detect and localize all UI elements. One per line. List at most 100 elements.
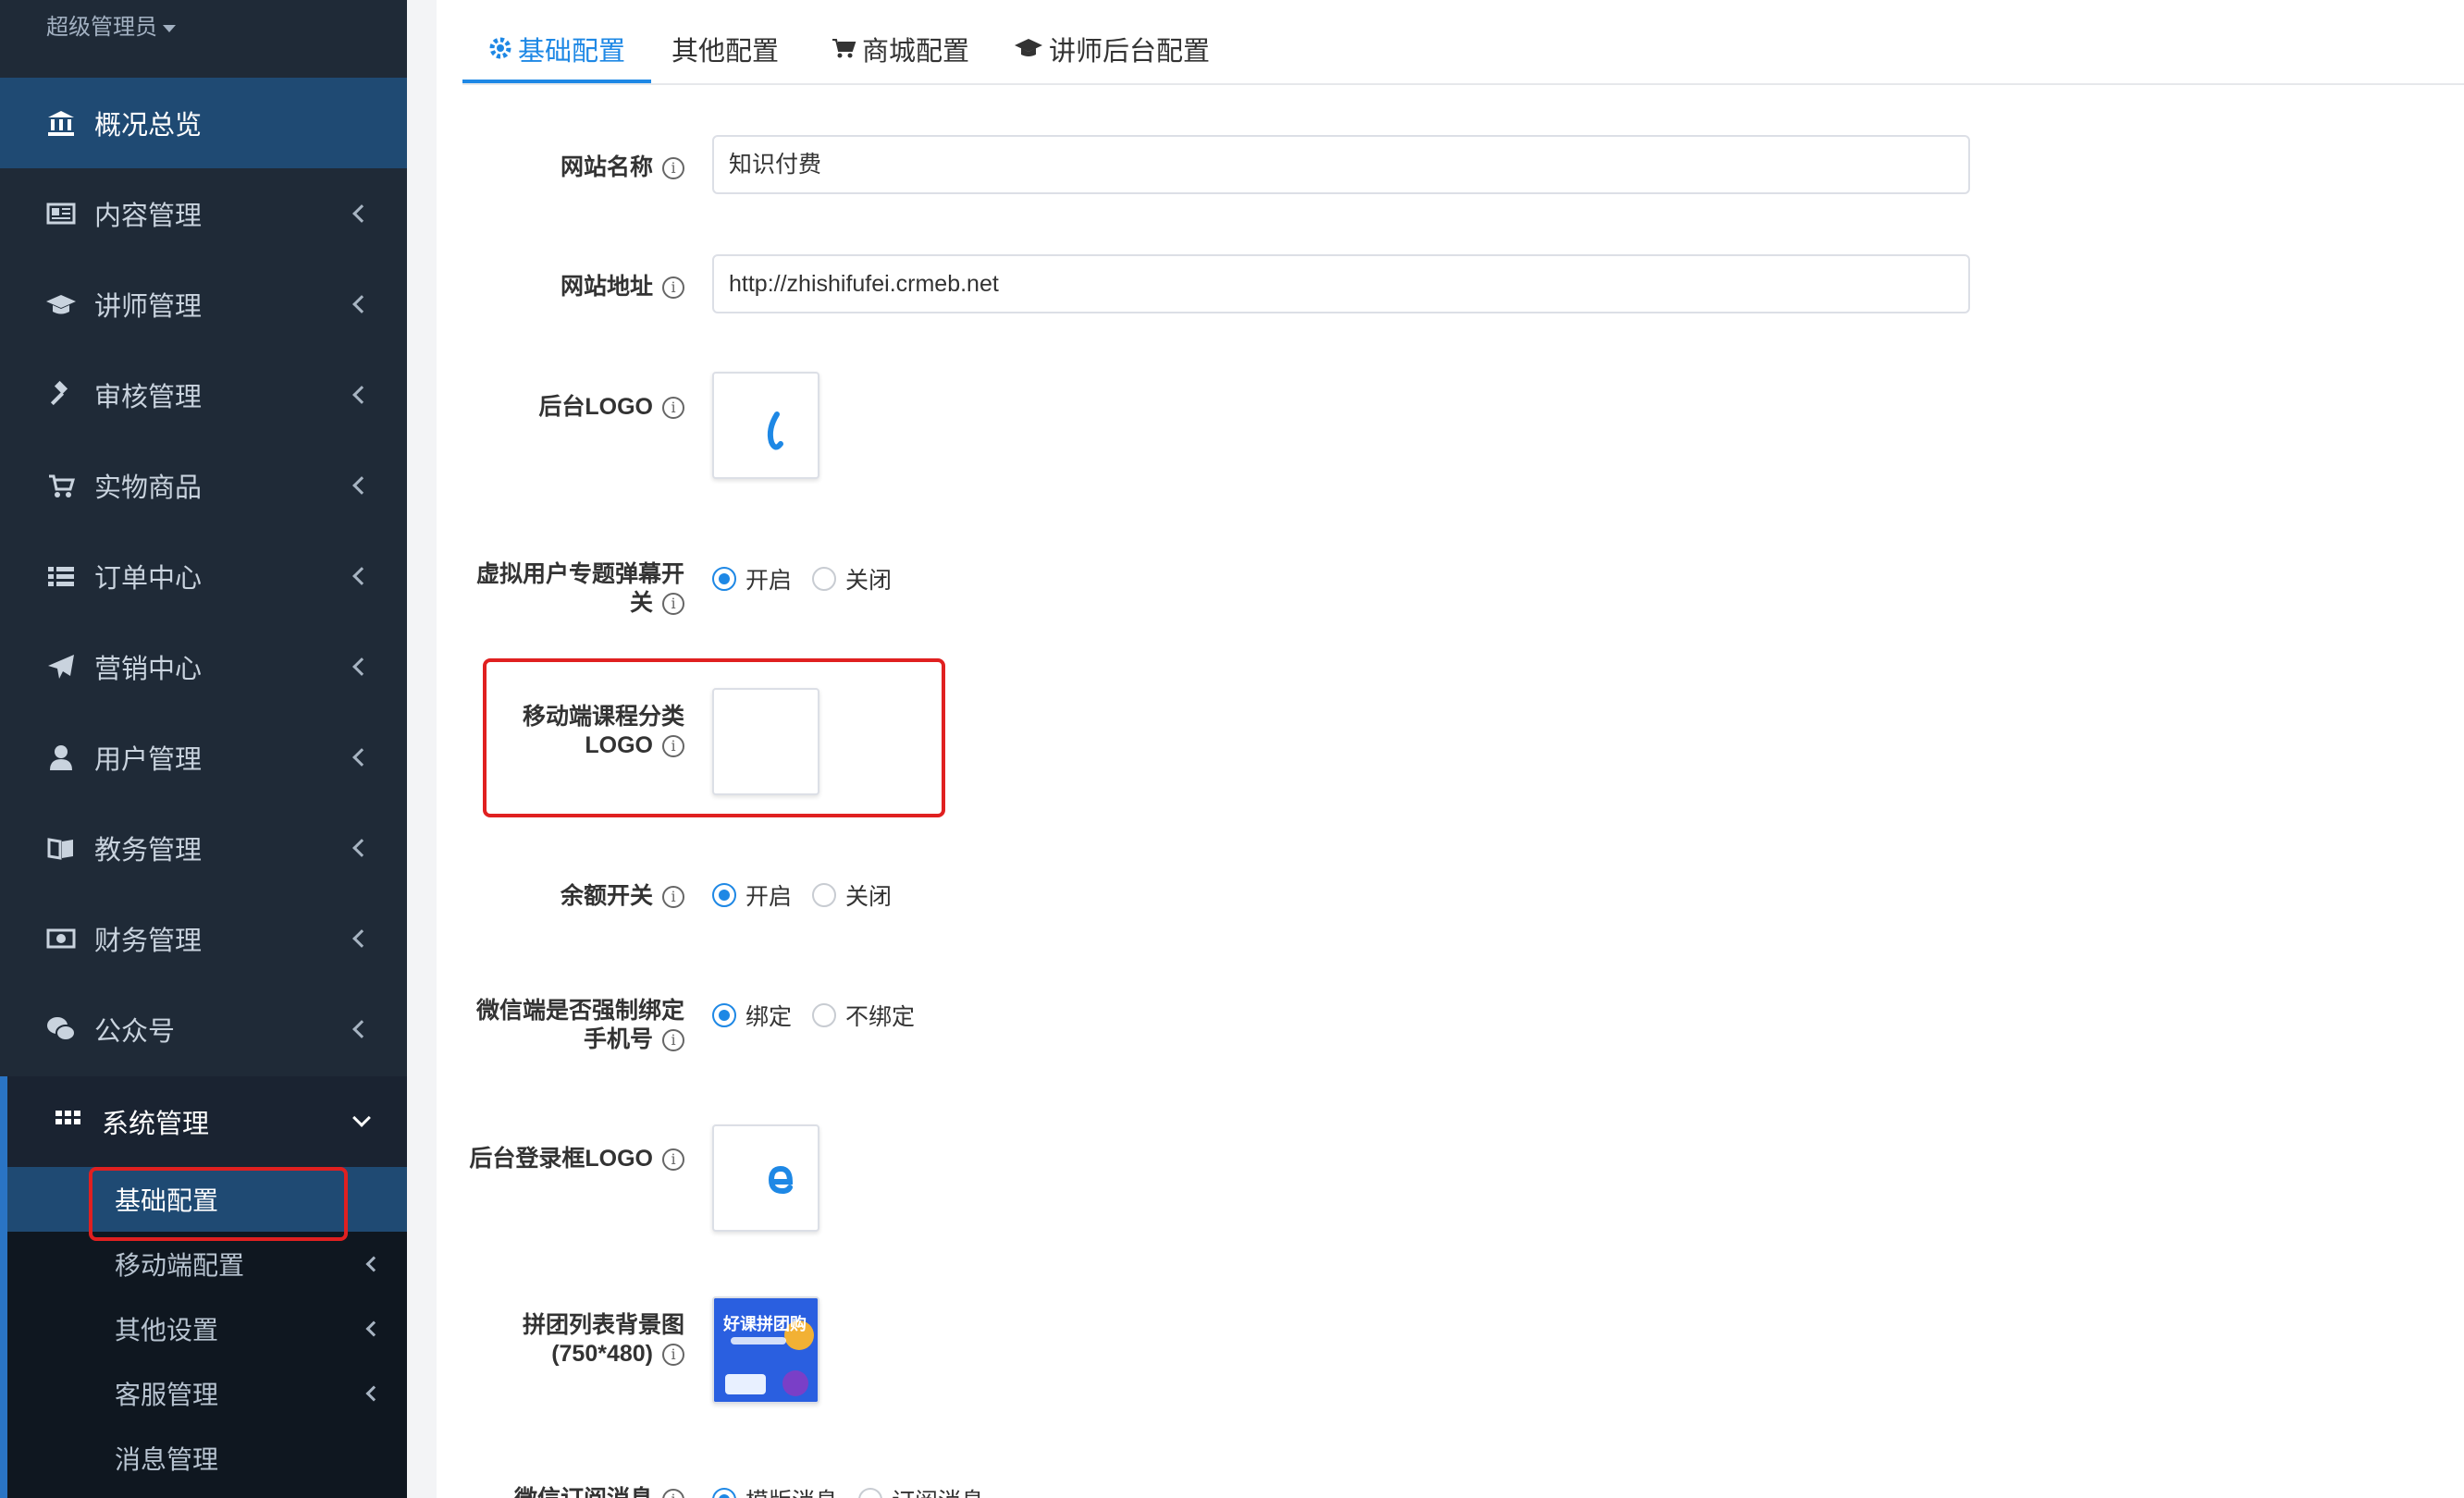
- sidebar-item-marketing[interactable]: 营销中心: [0, 621, 407, 712]
- submenu-item-mobile-config[interactable]: 移动端配置: [7, 1232, 407, 1296]
- radio-bind-on[interactable]: 绑定: [712, 999, 792, 1032]
- chevron-left-icon: [352, 295, 371, 313]
- radio-subscribe-msg[interactable]: 订阅消息: [858, 1483, 984, 1498]
- sidebar-item-academic[interactable]: 教务管理: [0, 803, 407, 893]
- radio-balance-on[interactable]: 开启: [712, 878, 792, 912]
- submenu-item-label: 消息管理: [115, 1445, 219, 1474]
- info-icon[interactable]: i: [662, 886, 684, 909]
- caret-down-icon: [163, 24, 176, 32]
- barrage-radio-group: 开启 关闭: [712, 562, 912, 596]
- info-icon[interactable]: i: [662, 397, 684, 420]
- info-icon[interactable]: i: [662, 1489, 684, 1498]
- chevron-left-icon: [365, 1385, 382, 1402]
- sidebar-item-content[interactable]: 内容管理: [0, 168, 407, 259]
- graduation-cap-icon: [1014, 30, 1043, 67]
- info-icon[interactable]: i: [662, 1029, 684, 1052]
- submenu-item-other-settings[interactable]: 其他设置: [7, 1296, 407, 1361]
- user-icon: [44, 741, 78, 774]
- group-banner-image: 好课拼团购: [714, 1298, 818, 1402]
- grid-icon: [52, 1105, 85, 1138]
- sidebar-item-label: 概况总览: [94, 111, 203, 141]
- sidebar-item-wechat[interactable]: 公众号: [0, 984, 407, 1074]
- sidebar-item-teacher[interactable]: 讲师管理: [0, 259, 407, 350]
- chevron-left-icon: [352, 748, 371, 767]
- bind-phone-label: 微信端是否强制绑定 手机号 i: [475, 998, 684, 1052]
- tab-label: 基础配置: [518, 37, 626, 67]
- sidebar-item-review[interactable]: 审核管理: [0, 350, 407, 440]
- sidebar-item-label: 内容管理: [94, 202, 203, 231]
- chevron-left-icon: [352, 839, 371, 857]
- submenu-item-basic-config[interactable]: 基础配置: [7, 1167, 407, 1232]
- admin-logo-upload[interactable]: [712, 372, 819, 479]
- wechat-icon: [44, 1013, 78, 1046]
- tab-basic-config[interactable]: 基础配置: [462, 26, 652, 83]
- radio-dot: [712, 883, 736, 907]
- svg-text:好课拼团购: 好课拼团购: [722, 1314, 807, 1334]
- login-logo-upload[interactable]: [712, 1124, 819, 1232]
- sidebar-item-label: 公众号: [94, 1017, 176, 1047]
- chevron-left-icon: [352, 567, 371, 585]
- info-icon[interactable]: i: [662, 593, 684, 616]
- sidebar-item-finance[interactable]: 财务管理: [0, 893, 407, 984]
- tab-other-config[interactable]: 其他配置: [646, 26, 805, 83]
- sidebar-item-system[interactable]: 系统管理: [0, 1076, 407, 1167]
- config-tabs: 基础配置 其他配置 商城配置 讲师后台配置: [462, 0, 2464, 85]
- submenu-item-customer-service[interactable]: 客服管理: [7, 1361, 407, 1426]
- login-logo-label: 后台登录框LOGO i: [444, 1145, 684, 1173]
- radio-dot: [858, 1488, 883, 1498]
- money-icon: [44, 922, 78, 955]
- sidebar-item-label: 教务管理: [94, 836, 203, 866]
- sidebar-item-overview[interactable]: 概况总览: [0, 78, 407, 168]
- info-icon[interactable]: i: [662, 735, 684, 758]
- info-icon[interactable]: i: [662, 1148, 684, 1172]
- chevron-left-icon: [352, 386, 371, 404]
- radio-bind-off[interactable]: 不绑定: [812, 999, 915, 1032]
- chevron-left-icon: [365, 1256, 382, 1272]
- tab-label: 商城配置: [862, 37, 970, 67]
- sidebar-item-orders[interactable]: 订单中心: [0, 531, 407, 621]
- info-icon[interactable]: i: [662, 157, 684, 180]
- tab-label: 讲师后台配置: [1049, 37, 1211, 67]
- sidebar-item-label: 营销中心: [94, 655, 203, 684]
- user-name: 超级管理员: [46, 15, 157, 40]
- radio-dot: [712, 567, 736, 591]
- tab-mall-config[interactable]: 商城配置: [805, 26, 995, 83]
- submenu-item-label: 其他设置: [115, 1316, 219, 1345]
- tab-teacher-config[interactable]: 讲师后台配置: [988, 26, 1236, 83]
- chevron-down-icon: [352, 1109, 371, 1127]
- submenu-item-messages[interactable]: 消息管理: [7, 1426, 407, 1491]
- chevron-left-icon: [352, 929, 371, 948]
- chevron-left-icon: [352, 657, 371, 676]
- sidebar-item-label: 讲师管理: [94, 292, 203, 322]
- mobile-logo-label: 移动端课程分类 LOGO i: [522, 704, 684, 758]
- chevron-left-icon: [365, 1320, 382, 1337]
- notice-radio-group: 模版消息 订阅消息: [712, 1483, 1004, 1498]
- scrollbar[interactable]: [407, 0, 437, 1498]
- radio-barrage-on[interactable]: 开启: [712, 562, 792, 596]
- bind-phone-radio-group: 绑定 不绑定: [712, 999, 935, 1032]
- user-menu[interactable]: 超级管理员: [46, 9, 176, 46]
- balance-radio-group: 开启 关闭: [712, 878, 912, 912]
- notice-label: 微信订阅消息i: [444, 1485, 684, 1498]
- barrage-label: 虚拟用户专题弹幕开关 i: [475, 561, 684, 616]
- chevron-left-icon: [352, 476, 371, 495]
- sidebar-item-users[interactable]: 用户管理: [0, 712, 407, 803]
- gear-icon: [488, 30, 512, 67]
- info-icon[interactable]: i: [662, 1344, 684, 1367]
- mobile-logo-upload[interactable]: [712, 688, 819, 795]
- sidebar-item-goods[interactable]: 实物商品: [0, 440, 407, 531]
- system-submenu: 基础配置 移动端配置 其他设置 客服管理 消息管理: [0, 1167, 407, 1498]
- site-url-input[interactable]: http://zhishifufei.crmeb.net: [712, 254, 1970, 313]
- active-section-accent: [0, 1076, 7, 1498]
- info-icon[interactable]: i: [662, 276, 684, 300]
- site-name-input[interactable]: 知识付费: [712, 135, 1970, 194]
- radio-template-msg[interactable]: 模版消息: [712, 1483, 838, 1498]
- radio-barrage-off[interactable]: 关闭: [812, 562, 892, 596]
- submenu-item-label: 移动端配置: [115, 1251, 245, 1280]
- radio-balance-off[interactable]: 关闭: [812, 878, 892, 912]
- chevron-left-icon: [352, 1020, 371, 1038]
- logo-icon: [767, 411, 783, 450]
- admin-logo-label: 后台LOGO i: [444, 393, 684, 422]
- group-bg-upload[interactable]: 好课拼团购: [712, 1296, 819, 1404]
- radio-dot: [812, 567, 837, 591]
